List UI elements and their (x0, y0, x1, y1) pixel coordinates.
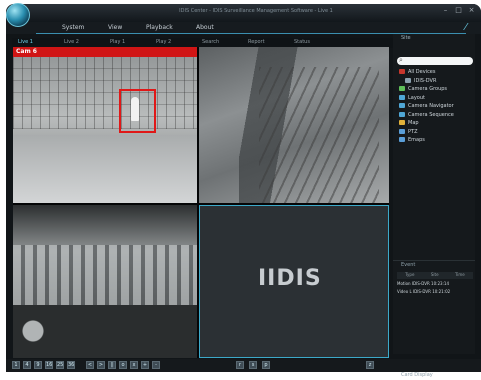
app-logo-icon[interactable] (6, 3, 30, 27)
stop-button[interactable]: x (130, 361, 138, 369)
video-grid: Cam 6 IIDIS (13, 47, 389, 358)
warehouse-image (13, 245, 197, 305)
camera-label: Cam 6 (16, 48, 37, 55)
next-page-button[interactable]: > (97, 361, 105, 369)
event-row[interactable]: Motion IDIS-DVR 10:23:14 (397, 281, 473, 288)
fence-image (13, 57, 197, 129)
window-title: IDIS Center - IDIS Surveillance Manageme… (179, 8, 333, 14)
camera-tile-1[interactable]: Cam 6 (13, 47, 197, 203)
menu-view[interactable]: View (108, 24, 122, 31)
layout-icon[interactable]: ⁄ (465, 22, 477, 34)
menu-playback[interactable]: Playback (146, 24, 173, 31)
dvr-icon (405, 77, 411, 83)
app-window-wrapper: IDIS Center - IDIS Surveillance Manageme… (0, 0, 481, 378)
layout-1x1-button[interactable]: 1 (12, 361, 20, 369)
emap-icon (399, 137, 405, 142)
site-panel: Site ⌕ All Devices IDIS-DVR Camera Group… (393, 34, 475, 378)
site-tree: All Devices IDIS-DVR Camera Groups Layou… (399, 68, 475, 145)
tab-play-2[interactable]: Play 2 (156, 39, 171, 45)
tree-item-label: Camera Navigator (408, 103, 454, 109)
tree-item-label: Layout (408, 94, 425, 101)
camera-tile-4-empty[interactable]: IIDIS (199, 205, 389, 358)
folder-icon (399, 69, 405, 74)
camera-group-icon (399, 86, 405, 91)
print-button[interactable]: p (262, 361, 270, 369)
record-button[interactable]: o (119, 361, 127, 369)
zoom-out-button[interactable]: - (152, 361, 160, 369)
tab-search[interactable]: Search (202, 39, 219, 45)
tree-item[interactable]: Camera Navigator (399, 102, 475, 111)
tree-item-label: PTZ (408, 128, 418, 135)
tree-item[interactable]: Layout (399, 94, 475, 103)
event-panel-header: Event (393, 260, 475, 269)
tree-item[interactable]: Map (399, 119, 475, 128)
tree-item[interactable]: Emaps (399, 136, 475, 145)
tab-play-1[interactable]: Play 1 (110, 39, 125, 45)
ptz-icon (399, 128, 405, 134)
camera-title-bar: Cam 6 (13, 47, 197, 57)
camera-tile-3[interactable] (13, 205, 197, 358)
navigator-icon (399, 103, 405, 108)
menu-system[interactable]: System (62, 24, 84, 31)
site-panel-header: Site (401, 35, 411, 41)
zoom-button[interactable]: z (366, 361, 374, 369)
menu-bar: System View Playback About (6, 22, 481, 34)
close-icon[interactable]: × (468, 7, 475, 14)
tree-item-label: Map (408, 120, 419, 126)
layout-4x4-button[interactable]: 16 (45, 361, 53, 369)
detected-person (131, 97, 139, 121)
zoom-in-button[interactable]: + (141, 361, 149, 369)
pause-button[interactable]: || (108, 361, 116, 369)
sequence-icon (399, 111, 405, 117)
maximize-icon[interactable]: □ (455, 7, 462, 14)
cable-spools-image (13, 305, 197, 358)
camera-tile-2[interactable] (199, 47, 389, 203)
layout-2x2-button[interactable]: 4 (23, 361, 31, 369)
tab-live-2[interactable]: Live 2 (64, 39, 79, 45)
tree-item-label: All Devices (408, 69, 436, 75)
tire-tracks-image (259, 67, 379, 203)
event-col-time[interactable]: Time (455, 272, 465, 279)
layout-icon (399, 94, 405, 100)
tree-item-label: IDIS-DVR (414, 77, 437, 84)
tree-item[interactable]: All Devices (399, 68, 475, 77)
search-icon: ⌕ (399, 56, 403, 64)
map-icon (399, 120, 405, 125)
bottom-toolbar: 1 4 9 16 25 36 < > || o x + - r s p z (6, 359, 481, 372)
layout-5x5-button[interactable]: 25 (56, 361, 64, 369)
snapshot-button[interactable]: s (249, 361, 257, 369)
previous-page-button[interactable]: < (86, 361, 94, 369)
ground-image (13, 135, 197, 203)
tab-status[interactable]: Status (294, 39, 310, 45)
tab-live-1[interactable]: Live 1 (18, 39, 33, 45)
window-controls: – □ × (442, 7, 475, 14)
tab-report[interactable]: Report (248, 39, 265, 45)
refresh-button[interactable]: r (236, 361, 244, 369)
event-col-type[interactable]: Type (405, 272, 414, 279)
tree-item[interactable]: Camera Sequence (399, 111, 475, 120)
tree-item[interactable]: Camera Groups (399, 85, 475, 94)
brand-logo: IIDIS (258, 266, 322, 291)
event-columns: Type Site Time (397, 272, 473, 279)
site-search-input[interactable]: ⌕ (397, 56, 473, 65)
tree-item[interactable]: PTZ (399, 128, 475, 137)
event-row[interactable]: Video L IDIS-DVR 10:21:02 (397, 289, 473, 296)
tree-item-label: Camera Sequence (408, 111, 454, 118)
layout-3x3-button[interactable]: 9 (34, 361, 42, 369)
minimize-icon[interactable]: – (442, 7, 449, 14)
layout-6x6-button[interactable]: 36 (67, 361, 75, 369)
tree-item[interactable]: IDIS-DVR (399, 77, 475, 86)
menu-about[interactable]: About (196, 24, 214, 31)
title-bar: IDIS Center - IDIS Surveillance Manageme… (6, 4, 481, 22)
tree-item-label: Camera Groups (408, 86, 448, 92)
tree-item-label: Emaps (408, 137, 425, 143)
event-col-site[interactable]: Site (431, 272, 439, 279)
